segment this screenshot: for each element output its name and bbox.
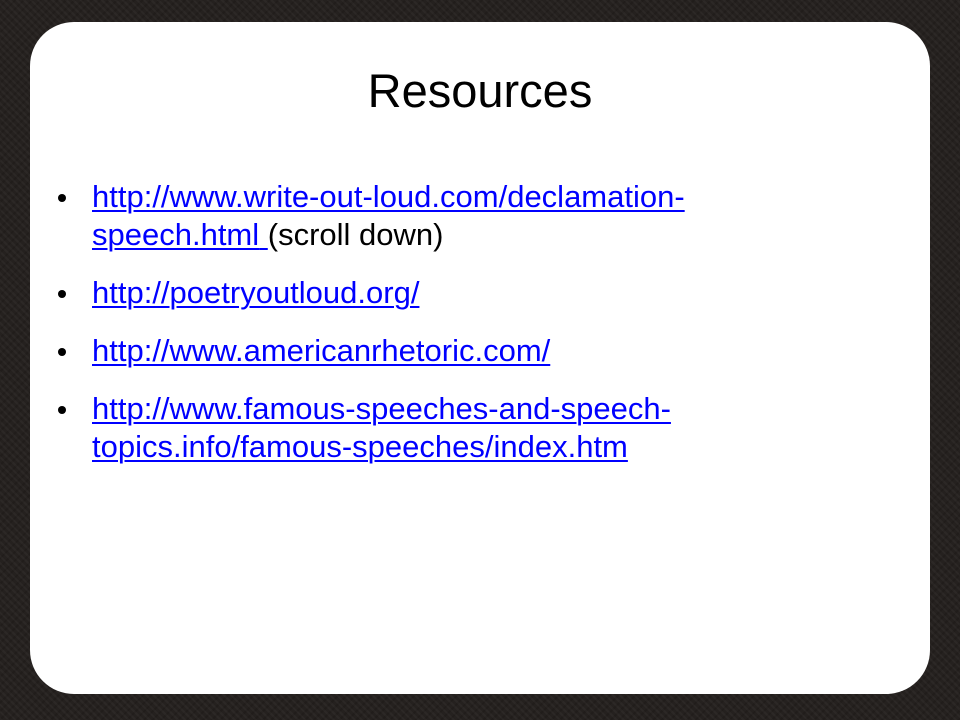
bullet-icon xyxy=(58,194,66,202)
bullet-icon xyxy=(58,348,66,356)
link-text-line1: http://www.famous-speeches-and-speech- xyxy=(92,391,671,426)
american-rhetoric-link[interactable]: http://www.americanrhetoric.com/ xyxy=(92,333,550,368)
slide-title: Resources xyxy=(367,64,593,117)
list-item: http://poetryoutloud.org/ xyxy=(58,274,908,312)
link-text-line2: topics.info/famous-speeches/index.htm xyxy=(92,429,628,464)
list-item: http://www.write-out-loud.com/declamatio… xyxy=(58,178,908,254)
resource-list: http://www.write-out-loud.com/declamatio… xyxy=(58,178,908,486)
list-item: http://www.americanrhetoric.com/ xyxy=(58,332,908,370)
poetry-out-loud-link[interactable]: http://poetryoutloud.org/ xyxy=(92,275,419,310)
bullet-icon xyxy=(58,290,66,298)
bullet-icon xyxy=(58,406,66,414)
link-text-line1: http://www.write-out-loud.com/declamatio… xyxy=(92,179,685,214)
link-note: (scroll down) xyxy=(267,217,444,252)
list-item: http://www.famous-speeches-and-speech- t… xyxy=(58,390,908,466)
link-text-line2: speech.html xyxy=(92,217,260,252)
famous-speeches-link[interactable]: http://www.famous-speeches-and-speech- t… xyxy=(92,391,671,464)
